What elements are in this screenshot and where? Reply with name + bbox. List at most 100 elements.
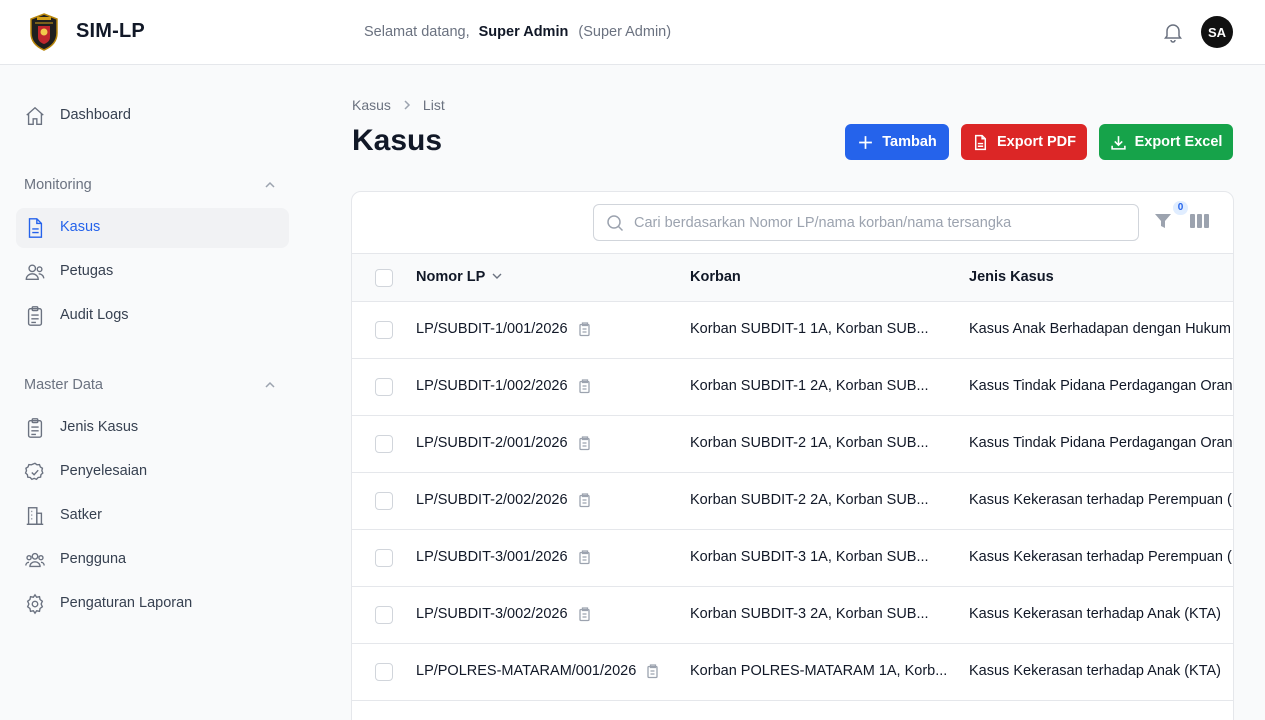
- sidebar-item-label: Audit Logs: [60, 307, 129, 323]
- copy-icon[interactable]: [576, 321, 592, 337]
- chevron-right-icon: [404, 100, 410, 110]
- document-icon: [28, 218, 43, 238]
- cell-korban: Korban POLRES-MATARAM 1A, Korb...: [690, 663, 948, 679]
- copy-icon[interactable]: [576, 606, 592, 622]
- user-group-icon: [25, 552, 45, 568]
- nomor-lp-text: LP/SUBDIT-2/002/2026: [416, 492, 568, 508]
- export-excel-button[interactable]: Export Excel: [1099, 124, 1233, 160]
- cell-korban: Korban SUBDIT-3 2A, Korban SUB...: [690, 606, 929, 622]
- column-header-nomor-lp[interactable]: Nomor LP: [416, 269, 503, 285]
- chevron-down-icon[interactable]: [491, 270, 503, 282]
- breadcrumb: Kasus List: [352, 97, 445, 113]
- sidebar-item-label: Penyelesaian: [60, 463, 148, 479]
- copy-icon[interactable]: [644, 663, 660, 679]
- select-all-checkbox[interactable]: [375, 269, 393, 287]
- cell-nomor-lp: LP/SUBDIT-3/002/2026: [416, 606, 592, 622]
- row-checkbox[interactable]: [375, 606, 393, 624]
- home-icon: [26, 106, 44, 125]
- copy-icon[interactable]: [576, 435, 592, 451]
- nomor-lp-text: LP/SUBDIT-2/001/2026: [416, 435, 568, 451]
- welcome-message: Selamat datang, Super Admin (Super Admin…: [364, 24, 671, 40]
- cell-jenis-kasus: Kasus Anak Berhadapan dengan Hukum: [969, 321, 1231, 337]
- sidebar-item-dashboard[interactable]: Dashboard: [16, 96, 289, 136]
- sidebar-item-jenis-kasus[interactable]: Jenis Kasus: [16, 408, 289, 448]
- nomor-lp-text: LP/SUBDIT-3/001/2026: [416, 549, 568, 565]
- export-pdf-label: Export PDF: [997, 134, 1076, 150]
- row-checkbox[interactable]: [375, 321, 393, 339]
- table-row[interactable]: LP/SUBDIT-1/002/2026 Korban SUBDIT-1 2A,…: [352, 359, 1233, 416]
- pdf-file-icon: [974, 134, 987, 150]
- filter-icon[interactable]: [1154, 212, 1172, 230]
- sidebar-item-penyelesaian[interactable]: Penyelesaian: [16, 452, 289, 492]
- page-title: Kasus: [352, 124, 443, 157]
- chevron-up-icon[interactable]: [263, 378, 277, 392]
- cell-jenis-kasus: Kasus Tindak Pidana Perdagangan Orang: [969, 435, 1234, 451]
- gear-icon: [26, 593, 44, 615]
- row-checkbox[interactable]: [375, 663, 393, 681]
- user-name: Super Admin: [478, 24, 569, 40]
- nomor-lp-text: LP/SUBDIT-3/002/2026: [416, 606, 568, 622]
- breadcrumb-parent[interactable]: Kasus: [352, 97, 391, 113]
- sidebar-item-kasus[interactable]: Kasus: [16, 208, 289, 248]
- avatar[interactable]: SA: [1201, 16, 1233, 48]
- search-box[interactable]: [593, 204, 1139, 241]
- sidebar-item-pengguna[interactable]: Pengguna: [16, 540, 289, 580]
- sidebar-item-label: Pengaturan Laporan: [60, 595, 193, 611]
- section-label: Monitoring: [24, 177, 92, 193]
- row-checkbox[interactable]: [375, 492, 393, 510]
- add-button[interactable]: Tambah: [845, 124, 949, 160]
- export-pdf-button[interactable]: Export PDF: [961, 124, 1087, 160]
- users-icon: [25, 264, 45, 281]
- columns-icon[interactable]: [1190, 213, 1209, 229]
- table-row[interactable]: LP/SUBDIT-2/002/2026 Korban SUBDIT-2 2A,…: [352, 473, 1233, 530]
- cell-nomor-lp: LP/SUBDIT-1/001/2026: [416, 321, 592, 337]
- sidebar: Dashboard Monitoring Kasus Petugas Audit…: [0, 65, 305, 720]
- clipboard-icon: [27, 306, 43, 326]
- table-row[interactable]: LP/SUBDIT-1/001/2026 Korban SUBDIT-1 1A,…: [352, 302, 1233, 359]
- cell-nomor-lp: LP/POLRES-MATARAM/001/2026: [416, 663, 660, 679]
- sidebar-item-label: Petugas: [60, 263, 114, 279]
- nomor-lp-text: LP/POLRES-MATARAM/001/2026: [416, 663, 637, 679]
- police-emblem-logo: [30, 13, 58, 51]
- export-excel-label: Export Excel: [1134, 134, 1223, 150]
- search-icon: [607, 215, 624, 232]
- sidebar-item-audit-logs[interactable]: Audit Logs: [16, 296, 289, 336]
- row-checkbox[interactable]: [375, 435, 393, 453]
- column-header-korban[interactable]: Korban: [690, 269, 741, 285]
- cell-korban: Korban SUBDIT-1 2A, Korban SUB...: [690, 378, 929, 394]
- sidebar-item-label: Jenis Kasus: [60, 419, 139, 435]
- chevron-up-icon[interactable]: [263, 178, 277, 192]
- table-row[interactable]: LP/SUBDIT-3/002/2026 Korban SUBDIT-3 2A,…: [352, 587, 1233, 644]
- cell-nomor-lp: LP/SUBDIT-3/001/2026: [416, 549, 592, 565]
- table-header: Nomor LP Korban Jenis Kasus: [352, 253, 1233, 302]
- section-label: Master Data: [24, 377, 103, 393]
- sidebar-item-label: Dashboard: [60, 107, 131, 123]
- copy-icon[interactable]: [576, 378, 592, 394]
- row-checkbox[interactable]: [375, 549, 393, 567]
- clipboard-icon: [27, 418, 43, 438]
- sidebar-item-satker[interactable]: Satker: [16, 496, 289, 536]
- sidebar-item-pengaturan-laporan[interactable]: Pengaturan Laporan: [16, 584, 289, 624]
- sidebar-item-label: Pengguna: [60, 551, 127, 567]
- table-row[interactable]: LP/POLRES-MATARAM/001/2026 Korban POLRES…: [352, 644, 1233, 701]
- cell-jenis-kasus: Kasus Kekerasan terhadap Anak (KTA): [969, 663, 1222, 679]
- cell-korban: Korban SUBDIT-1 1A, Korban SUB...: [690, 321, 929, 337]
- sidebar-item-label: Satker: [60, 507, 102, 523]
- table-row[interactable]: LP/SUBDIT-3/001/2026 Korban SUBDIT-3 1A,…: [352, 530, 1233, 587]
- top-header: SIM-LP Selamat datang, Super Admin (Supe…: [0, 0, 1265, 65]
- section-monitoring[interactable]: Monitoring: [24, 176, 281, 196]
- search-input[interactable]: [634, 212, 1124, 234]
- sidebar-item-petugas[interactable]: Petugas: [16, 252, 289, 292]
- table-row[interactable]: LP/SUBDIT-2/001/2026 Korban SUBDIT-2 1A,…: [352, 416, 1234, 473]
- check-circle-icon: [24, 462, 44, 481]
- row-checkbox[interactable]: [375, 378, 393, 396]
- cases-table-card: 0 Nomor LP Korban Jenis Kasus LP/SUBDIT-…: [351, 191, 1234, 720]
- copy-icon[interactable]: [576, 492, 592, 508]
- sidebar-item-label: Kasus: [60, 219, 101, 235]
- cell-korban: Korban SUBDIT-2 1A, Korban SUB...: [690, 435, 929, 451]
- section-master-data[interactable]: Master Data: [24, 376, 281, 396]
- bell-icon[interactable]: [1161, 20, 1185, 44]
- copy-icon[interactable]: [576, 549, 592, 565]
- download-icon: [1110, 135, 1126, 150]
- column-header-jenis-kasus[interactable]: Jenis Kasus: [969, 269, 1054, 285]
